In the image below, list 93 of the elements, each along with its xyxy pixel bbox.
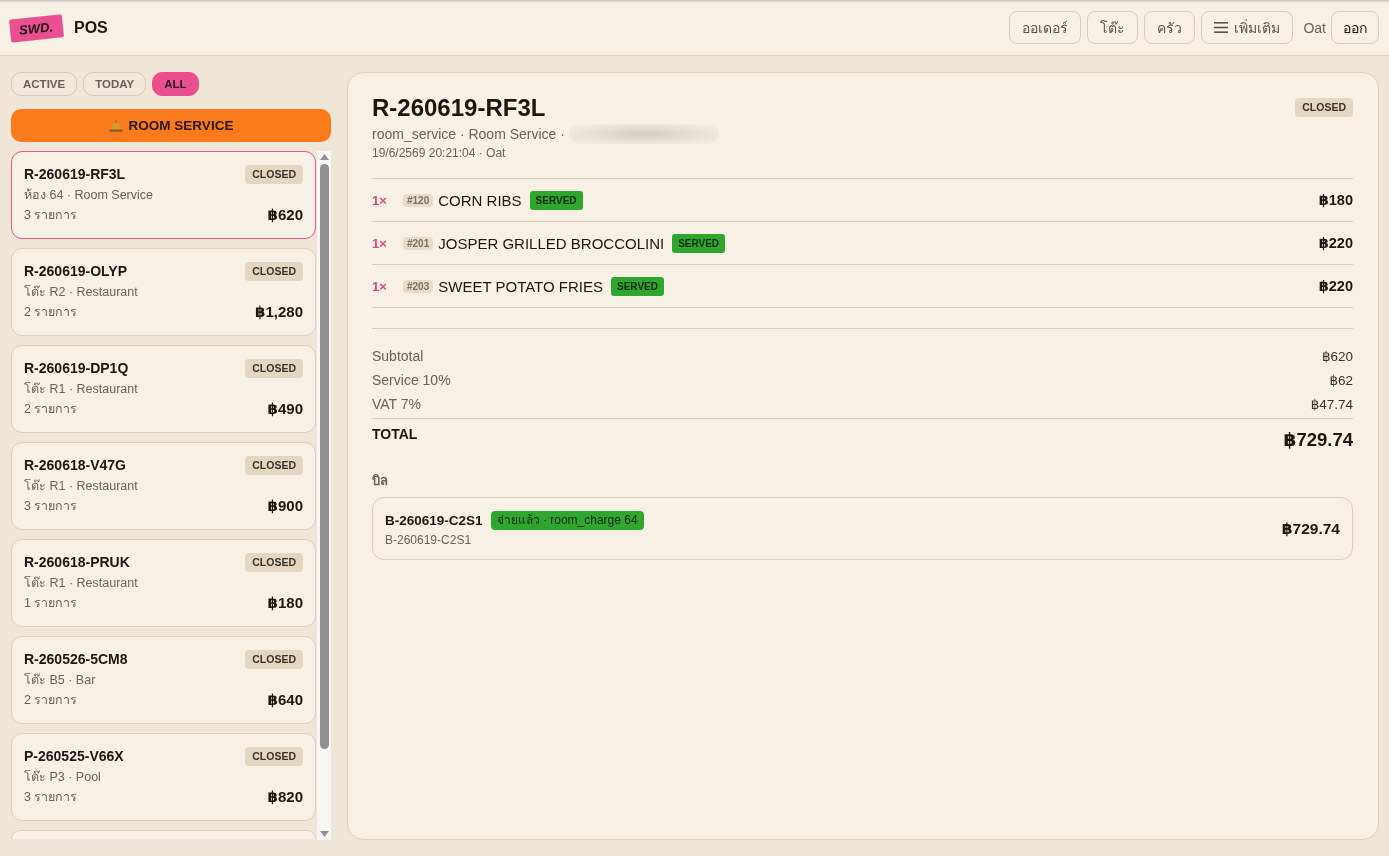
total-value: ฿62: [1329, 372, 1353, 388]
order-location: โต๊ะ R1 · Restaurant: [24, 478, 139, 495]
scrollbar-thumb[interactable]: [319, 164, 329, 749]
item-price: ฿180: [1318, 192, 1353, 208]
order-subtitle: room_service · Room Service ·: [372, 125, 565, 144]
status-badge: CLOSED: [1295, 98, 1353, 117]
order-total: ฿640: [267, 690, 303, 710]
item-name: CORN RIBS: [438, 191, 522, 209]
logo: SWD.: [8, 14, 64, 43]
status-badge: CLOSED: [245, 358, 303, 378]
item-code: #203: [403, 279, 434, 293]
item-quantity: 1×: [372, 278, 388, 294]
order-card[interactable]: R-260618-PRUK CLOSED โต๊ะ R1 · Restaurant 1 รายการ ฿180: [11, 539, 316, 627]
item-count: 2 รายการ: [24, 692, 78, 709]
order-card[interactable]: R-260619-DP1Q CLOSED โต๊ะ R1 · Restaurant 2 รายการ ฿490: [11, 345, 316, 433]
item-quantity: 1×: [372, 192, 388, 208]
order-id: R-260619-DP1Q: [24, 359, 129, 378]
order-total: ฿180: [267, 593, 303, 613]
item-price: ฿220: [1318, 278, 1353, 294]
item-count: 3 รายการ: [24, 789, 78, 806]
status-badge: CLOSED: [245, 455, 303, 475]
filter-tab[interactable]: TODAY: [83, 72, 147, 96]
order-location: โต๊ะ R2 · Restaurant: [24, 284, 139, 301]
item-count: 3 รายการ: [24, 498, 78, 515]
order-location: โต๊ะ R1 · Restaurant: [24, 381, 139, 398]
item-count: 2 รายการ: [24, 401, 78, 418]
item-name: SWEET POTATO FRIES: [438, 277, 603, 295]
status-badge: CLOSED: [245, 746, 303, 766]
order-id: R-260619-RF3L: [24, 165, 126, 184]
order-total: ฿900: [267, 496, 303, 516]
order-card[interactable]: P-260525-V66X CLOSED โต๊ะ P3 · Pool 3 รายการ ฿820: [11, 733, 316, 821]
order-location: ห้อง 64 · Room Service: [24, 187, 154, 204]
status-badge: CLOSED: [245, 261, 303, 281]
item-code: #120: [403, 193, 434, 207]
order-location: โต๊ะ R1 · Restaurant: [24, 575, 139, 592]
item-count: 1 รายการ: [24, 595, 78, 612]
status-badge: CLOSED: [245, 164, 303, 184]
order-id: P-260525-V66X: [24, 747, 124, 766]
order-timestamp: 19/6/2569 20:21:04 · Oat: [372, 145, 507, 161]
order-id: R-260618-PRUK: [24, 553, 130, 572]
item-count: 2 รายการ: [24, 304, 78, 321]
item-status-badge: SERVED: [611, 276, 664, 296]
order-card[interactable]: R-260526-5CM8 CLOSED โต๊ะ B5 · Bar 2 รายการ ฿640: [11, 636, 316, 724]
total-label: Subtotal: [372, 348, 424, 364]
status-badge: CLOSED: [245, 552, 303, 572]
status-badge: CLOSED: [245, 649, 303, 669]
grand-total-value: ฿729.74: [1283, 429, 1353, 451]
nav-button[interactable]: โต๊ะ: [1087, 11, 1139, 44]
order-id: R-260618-V47G: [24, 456, 126, 475]
item-status-badge: SERVED: [529, 190, 583, 210]
order-location: โต๊ะ B5 · Bar: [24, 672, 97, 689]
item-code: #201: [403, 236, 434, 250]
order-card[interactable]: R-260618-V47G CLOSED โต๊ะ R1 · Restaurant 3 รายการ ฿900: [11, 442, 316, 530]
order-card[interactable]: R-260619-RF3L CLOSED ห้อง 64 · Room Service 3 รายการ ฿620: [11, 151, 316, 239]
menu-icon: [1214, 22, 1229, 33]
item-price: ฿220: [1318, 235, 1353, 251]
item-status-badge: SERVED: [672, 233, 726, 253]
scroll-down-icon[interactable]: [319, 831, 329, 837]
bell-icon: [108, 119, 123, 132]
grand-total-label: TOTAL: [372, 425, 418, 443]
order-total: ฿490: [267, 399, 303, 419]
bill-total: ฿729.74: [1281, 519, 1340, 538]
item-count: 3 รายการ: [24, 207, 78, 224]
total-label: Service 10%: [372, 372, 451, 388]
total-label: VAT 7%: [372, 396, 422, 412]
bill-reference: B-260619-C2S1: [385, 532, 473, 547]
nav-button[interactable]: ออเดอร์: [1009, 11, 1082, 44]
order-total: ฿1,280: [255, 302, 303, 322]
logout-button[interactable]: ออก: [1331, 11, 1379, 44]
order-title: R-260619-RF3L: [372, 93, 546, 123]
order-card[interactable]: R-260619-OLYP CLOSED โต๊ะ R2 · Restaurant 2 รายการ ฿1,280: [11, 248, 316, 336]
order-id: R-260619-OLYP: [24, 262, 127, 281]
bills-heading: บิล: [372, 472, 389, 490]
item-quantity: 1×: [372, 235, 388, 251]
bill-id: B-260619-C2S1: [385, 512, 483, 528]
order-location: โต๊ะ P3 · Pool: [24, 769, 102, 786]
more-menu-button[interactable]: เพิ่มเติม: [1201, 11, 1294, 44]
scroll-up-icon[interactable]: [319, 154, 329, 160]
user-name: Oat: [1303, 19, 1326, 36]
total-value: ฿47.74: [1310, 396, 1353, 412]
total-value: ฿620: [1321, 348, 1353, 364]
filter-tab[interactable]: ALL: [152, 72, 199, 96]
app-title: POS: [73, 18, 108, 37]
order-total: ฿820: [267, 787, 303, 807]
order-total: ฿620: [267, 205, 303, 225]
bill-status-badge: จ่ายแล้ว · room_charge 64: [490, 510, 644, 530]
nav-button[interactable]: ครัว: [1144, 11, 1196, 44]
bill-card[interactable]: B-260619-C2S1 จ่ายแล้ว · room_charge 64 B-260619-C2S1 ฿729.74: [372, 497, 1353, 560]
item-name: JOSPER GRILLED BROCCOLINI: [438, 234, 665, 252]
room-service-button[interactable]: ROOM SERVICE: [11, 109, 331, 142]
scrollbar[interactable]: [317, 151, 331, 840]
order-id: R-260526-5CM8: [24, 650, 128, 669]
filter-tab[interactable]: ACTIVE: [11, 72, 78, 96]
